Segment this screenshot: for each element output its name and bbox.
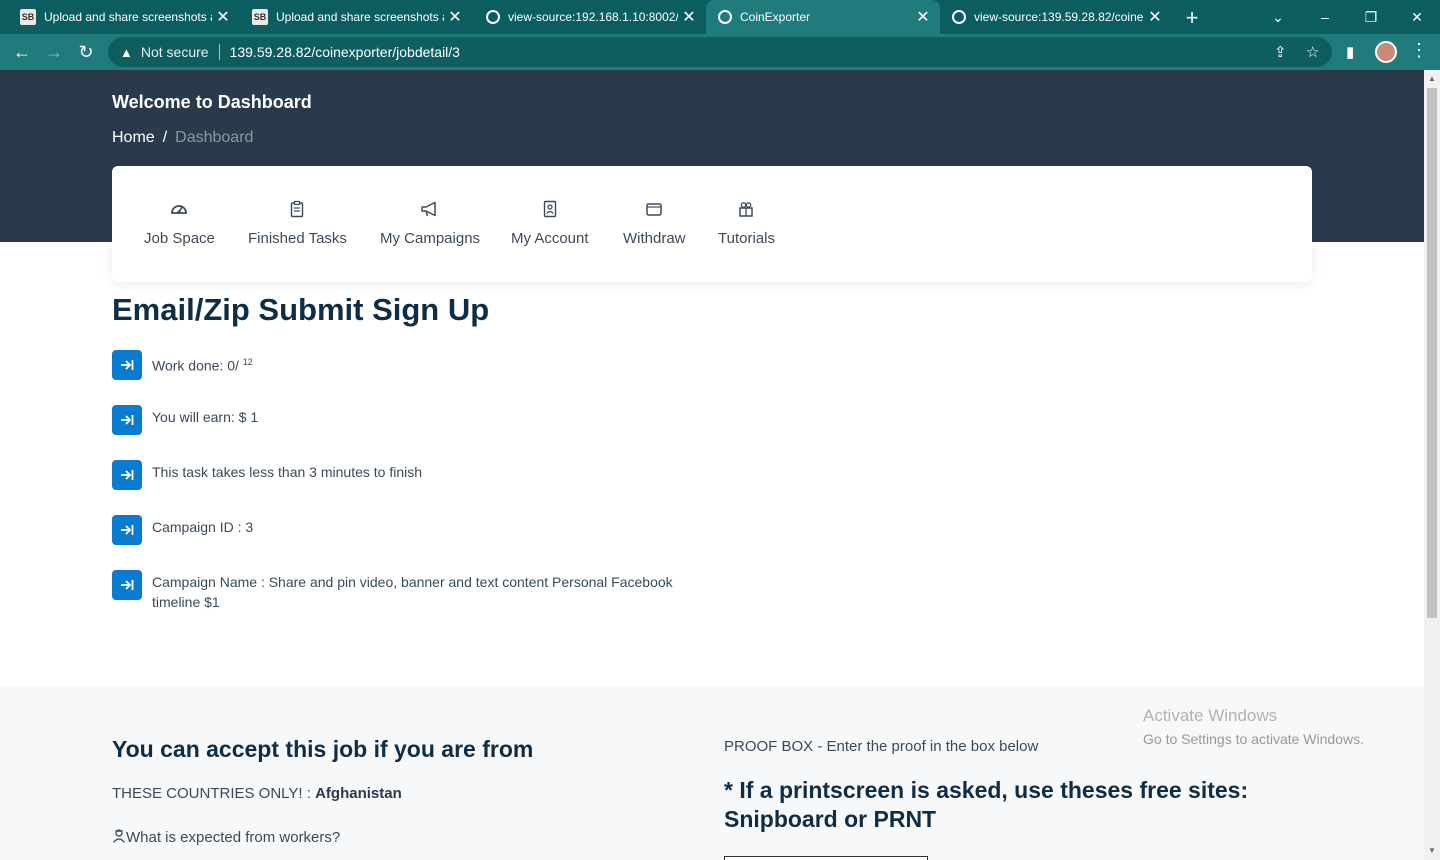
clipboard-icon [289, 198, 305, 220]
job-title: Email/Zip Submit Sign Up [112, 292, 490, 327]
wallet-icon [645, 198, 663, 220]
expected-text: What is expected from workers? [126, 829, 341, 846]
menu-item-tutorials[interactable]: Tutorials [718, 198, 775, 247]
accept-title: You can accept this job if you are from [112, 736, 534, 762]
scroll-down-arrow-icon[interactable]: ▼ [1428, 846, 1436, 855]
proof-box-label: PROOF BOX - Enter the proof in the box b… [724, 738, 1039, 755]
security-label: Not secure [140, 44, 209, 60]
campaign-name-text: Campaign Name : Share and pin video, ban… [152, 574, 673, 610]
menu-item-label: Finished Tasks [248, 230, 347, 247]
info-row-campaign-id: Campaign ID : 3 [112, 515, 712, 545]
forward-arrow-icon[interactable]: → [42, 40, 66, 64]
browser-tab[interactable]: SB Upload and share screenshots a ✕ [8, 0, 240, 34]
menu-item-label: Tutorials [718, 230, 775, 247]
divider [218, 44, 220, 60]
browser-tab-active[interactable]: CoinExporter ✕ [706, 0, 940, 34]
address-bar[interactable]: ▲ Not secure 139.59.28.82/coinexporter/j… [108, 37, 1332, 67]
work-done-text: Work done: 0/ 12 [152, 352, 712, 376]
proof-input[interactable] [724, 856, 928, 860]
expected-line: What is expected from workers? [112, 828, 340, 847]
page-scrollbar[interactable]: ▲ ▼ [1424, 70, 1440, 860]
globe-icon [486, 10, 500, 24]
globe-icon [952, 10, 966, 24]
info-row-earn: You will earn: $ 1 [112, 405, 712, 435]
close-icon[interactable]: ✕ [444, 7, 466, 27]
earn-text: You will earn: $ 1 [152, 409, 259, 425]
breadcrumb-home-link[interactable]: Home [112, 129, 155, 147]
dashboard-menu: Job Space Finished Tasks My Campaigns My… [112, 166, 1312, 282]
window-close-icon[interactable]: ✕ [1394, 0, 1440, 34]
close-icon[interactable]: ✕ [912, 7, 934, 27]
arrow-to-right-icon [112, 350, 142, 380]
close-icon[interactable]: ✕ [212, 7, 234, 27]
activate-windows-hint: Go to Settings to activate Windows. [1143, 731, 1364, 747]
menu-item-label: Withdraw [623, 230, 686, 247]
close-icon[interactable]: ✕ [1144, 7, 1166, 27]
info-row-campaign-name: Campaign Name : Share and pin video, ban… [112, 570, 712, 612]
url-text[interactable]: 139.59.28.82/coinexporter/jobdetail/3 [230, 44, 460, 60]
countries-label: THESE COUNTRIES ONLY! : [112, 785, 311, 802]
snipboard-favicon-icon: SB [252, 9, 268, 25]
work-total: 12 [242, 357, 253, 367]
duration-text: This task takes less than 3 minutes to f… [152, 464, 423, 480]
breadcrumb-separator: / [162, 129, 168, 146]
arrow-to-right-icon [112, 460, 142, 490]
scroll-up-arrow-icon[interactable]: ▲ [1428, 74, 1436, 83]
info-row-work-done: Work done: 0/ 12 [112, 350, 712, 380]
back-arrow-icon[interactable]: ← [10, 40, 34, 64]
snipboard-favicon-icon: SB [20, 9, 36, 25]
worker-icon [112, 828, 126, 847]
menu-item-label: My Account [511, 230, 589, 247]
menu-item-job-space[interactable]: Job Space [144, 198, 215, 247]
scrollbar-thumb[interactable] [1427, 88, 1437, 618]
activate-windows-watermark: Activate Windows [1143, 706, 1278, 725]
work-done-label: Work done: 0/ [152, 357, 239, 374]
tab-title: view-source:192.168.1.10:8002/j [508, 10, 678, 24]
countries-value: Afghanistan [315, 785, 402, 802]
browser-tab[interactable]: SB Upload and share screenshots a ✕ [240, 0, 472, 34]
profile-avatar[interactable] [1375, 41, 1397, 63]
restore-icon[interactable]: ❐ [1348, 0, 1394, 34]
share-icon[interactable]: ⇪ [1274, 43, 1287, 61]
tab-title: Upload and share screenshots a [44, 10, 212, 24]
tab-title: CoinExporter [740, 10, 811, 24]
minimize-icon[interactable]: – [1302, 0, 1348, 34]
tab-title: view-source:139.59.28.82/coine [974, 10, 1144, 24]
arrow-to-right-icon [112, 405, 142, 435]
close-icon[interactable]: ✕ [678, 7, 700, 27]
browser-tab[interactable]: view-source:192.168.1.10:8002/j ✕ [474, 0, 706, 34]
new-tab-plus-icon[interactable]: + [1180, 5, 1204, 31]
browser-toolbar: ← → ↻ ▲ Not secure 139.59.28.82/coinexpo… [0, 34, 1440, 70]
tab-search-chevron-icon[interactable]: ⌄ [1255, 0, 1301, 34]
menu-item-my-campaigns[interactable]: My Campaigns [380, 198, 480, 247]
info-row-duration: This task takes less than 3 minutes to f… [112, 460, 712, 490]
browser-menu-kebab-icon[interactable]: ⋮ [1410, 40, 1428, 61]
menu-item-my-account[interactable]: My Account [511, 198, 589, 247]
dashboard-gauge-icon [170, 198, 188, 220]
breadcrumb: Home / Dashboard [112, 129, 253, 147]
side-panel-icon[interactable]: ▮ [1346, 43, 1354, 61]
box-icon [737, 198, 755, 220]
campaign-id-text: Campaign ID : 3 [152, 519, 254, 535]
breadcrumb-current: Dashboard [175, 129, 254, 146]
bookmark-star-icon[interactable]: ☆ [1306, 43, 1319, 61]
menu-item-withdraw[interactable]: Withdraw [623, 198, 686, 247]
user-badge-icon [542, 198, 558, 220]
menu-item-finished-tasks[interactable]: Finished Tasks [248, 198, 347, 247]
reload-icon[interactable]: ↻ [74, 40, 98, 64]
arrow-to-right-icon [112, 570, 142, 600]
arrow-to-right-icon [112, 515, 142, 545]
page-title: Welcome to Dashboard [112, 92, 312, 112]
countries-line: THESE COUNTRIES ONLY! : Afghanistan [112, 785, 402, 802]
menu-item-label: Job Space [144, 230, 215, 247]
megaphone-icon [420, 198, 440, 220]
browser-tabstrip: SB Upload and share screenshots a ✕ SB U… [0, 0, 1440, 34]
printscreen-note: * If a printscreen is asked, use theses … [724, 777, 1249, 832]
browser-tab[interactable]: view-source:139.59.28.82/coine ✕ [940, 0, 1172, 34]
globe-icon [718, 10, 732, 24]
menu-item-label: My Campaigns [380, 230, 481, 247]
tab-title: Upload and share screenshots a [276, 10, 444, 24]
warning-triangle-icon: ▲ [120, 44, 133, 60]
